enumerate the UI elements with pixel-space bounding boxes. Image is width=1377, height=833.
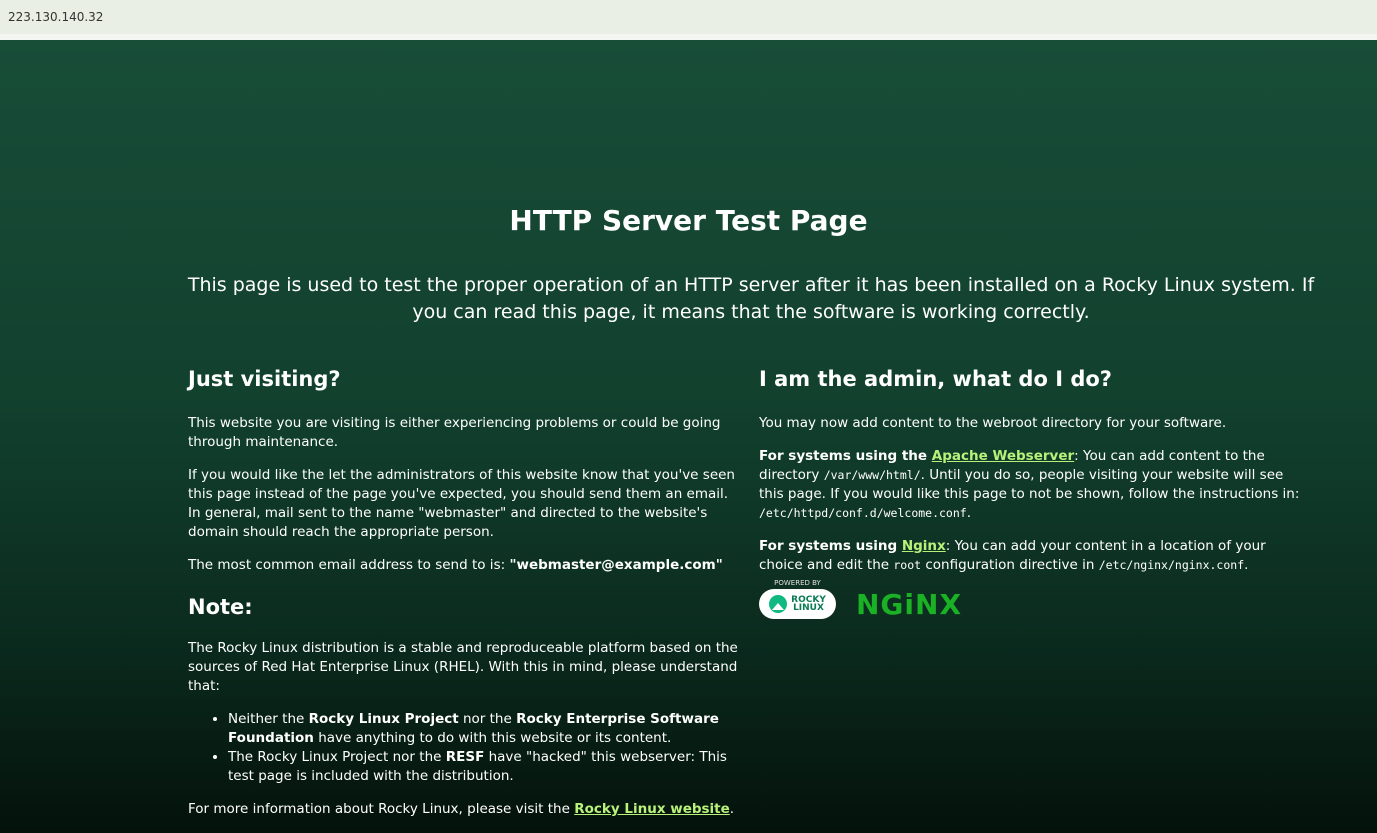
nginx-root-directive: root: [893, 558, 922, 572]
nginx-logo[interactable]: NGiNX: [856, 590, 962, 618]
note-list-item: The Rocky Linux Project nor the RESF hav…: [228, 748, 740, 786]
apache-prefix: For systems using the: [759, 448, 932, 464]
visiting-paragraph-1: This website you are visiting is either …: [188, 415, 721, 450]
admin-column: I am the admin, what do I do? You may no…: [759, 365, 1311, 619]
apache-webserver-link[interactable]: Apache Webserver: [932, 448, 1074, 464]
page-title: HTTP Server Test Page: [509, 204, 868, 237]
powered-by-text: POWERED BY: [774, 579, 821, 587]
visiting-paragraph-2: If you would like the let the administra…: [188, 467, 735, 540]
more-info-end: .: [729, 801, 735, 817]
admin-heading: I am the admin, what do I do?: [759, 367, 1112, 391]
li1-rocky-linux-project: Rocky Linux Project: [308, 711, 459, 727]
li1-text-c: nor the: [458, 711, 517, 727]
powered-by-rocky-linux-logo[interactable]: POWERED BY ROCKY LINUX: [759, 579, 836, 619]
note-list: Neither the Rocky Linux Project nor the …: [188, 710, 740, 786]
note-paragraph: The Rocky Linux distribution is a stable…: [188, 640, 738, 694]
nginx-end: .: [1244, 557, 1249, 573]
li1-text-e: have anything to do with this website or…: [313, 730, 672, 746]
more-info-paragraph: For more information about Rocky Linux, …: [188, 800, 740, 819]
nginx-prefix: For systems using: [759, 538, 902, 554]
apache-end: .: [966, 505, 972, 521]
nginx-conf-path: /etc/nginx/nginx.conf: [1098, 558, 1245, 572]
page-lead: This page is used to test the proper ope…: [187, 274, 1315, 323]
admin-paragraph-1: You may now add content to the webroot d…: [759, 415, 1227, 431]
li2-resf: RESF: [445, 749, 485, 765]
apache-welcome-conf-path: /etc/httpd/conf.d/welcome.conf: [759, 506, 967, 520]
just-visiting-column: Just visiting? This website you are visi…: [188, 365, 740, 833]
more-info-text: For more information about Rocky Linux, …: [188, 801, 575, 817]
li1-text-a: Neither the: [228, 711, 309, 727]
nginx-text-2: configuration directive in: [921, 557, 1099, 573]
test-page: HTTP Server Test Page This page is used …: [0, 40, 1377, 833]
rocky-linux-mark-icon: [769, 595, 788, 613]
address-text: 223.130.140.32: [8, 10, 104, 24]
email-intro: The most common email address to send to…: [188, 557, 510, 573]
webmaster-email: "webmaster@example.com": [509, 557, 723, 573]
apache-webroot-path: /var/www/html/: [823, 468, 921, 482]
browser-address-bar[interactable]: 223.130.140.32: [0, 0, 1377, 34]
rocky-linux-logo-text: ROCKY LINUX: [791, 596, 826, 613]
rocky-text-2: LINUX: [793, 603, 824, 613]
visiting-paragraph-3: The most common email address to send to…: [188, 556, 740, 575]
li2-text-a: The Rocky Linux Project nor the: [228, 749, 446, 765]
rocky-linux-website-link[interactable]: Rocky Linux website: [574, 801, 730, 817]
apache-paragraph: For systems using the Apache Webserver: …: [759, 447, 1311, 523]
nginx-paragraph: For systems using Nginx: You can add you…: [759, 537, 1311, 575]
note-heading: Note:: [188, 595, 253, 619]
just-visiting-heading: Just visiting?: [188, 367, 341, 391]
logos-row: POWERED BY ROCKY LINUX NGiNX: [759, 579, 1311, 619]
note-list-item: Neither the Rocky Linux Project nor the …: [228, 710, 740, 748]
nginx-link[interactable]: Nginx: [902, 538, 946, 554]
